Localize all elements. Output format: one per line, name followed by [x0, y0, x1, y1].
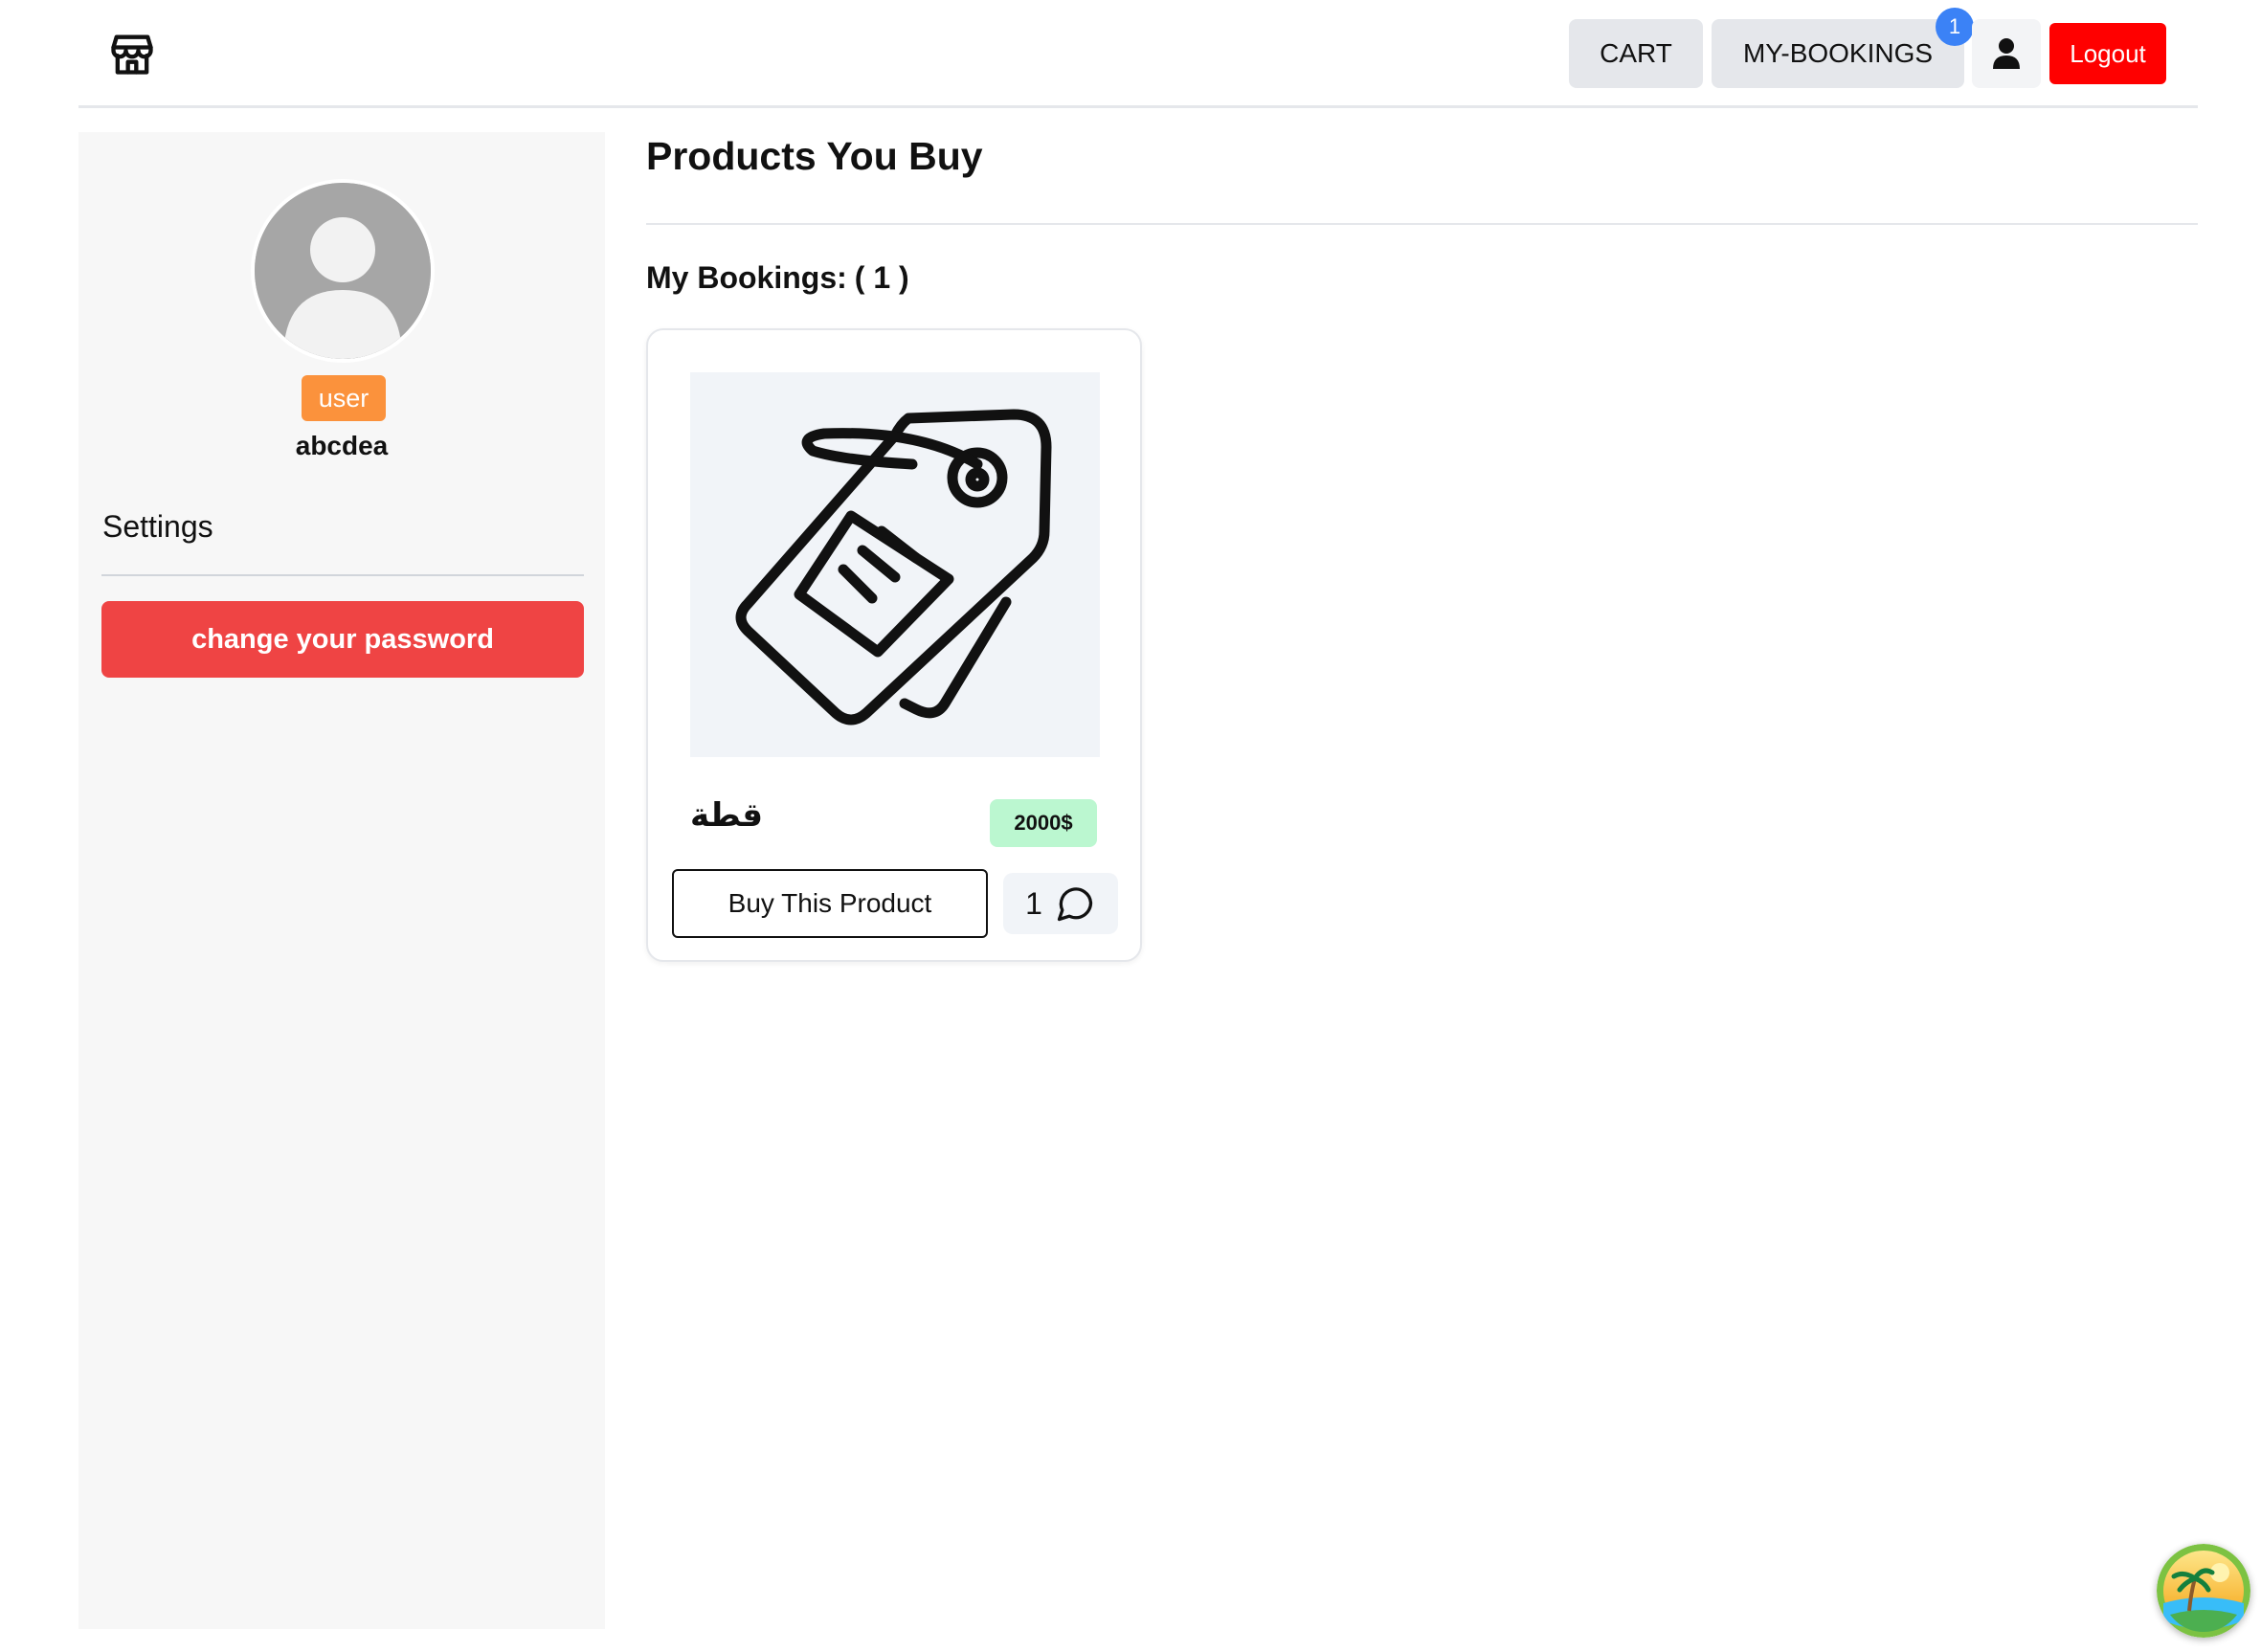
bookings-heading: My Bookings:( 1 ): [646, 260, 909, 296]
comments-button[interactable]: 1: [1003, 873, 1118, 934]
product-card: قطة 2000$ Buy This Product 1: [646, 328, 1142, 962]
store-logo-icon[interactable]: [107, 29, 157, 78]
page-title: Products You Buy: [646, 134, 983, 178]
avatar: [251, 179, 435, 363]
settings-heading: Settings: [102, 509, 213, 544]
bookings-label: My Bookings:: [646, 260, 847, 295]
role-badge: user: [302, 375, 386, 421]
bookings-count-badge: 1: [1936, 8, 1974, 46]
username: abcdea: [295, 431, 389, 460]
comment-count: 1: [1025, 885, 1042, 921]
price-tag-icon: [735, 409, 1052, 726]
bookings-count: ( 1 ): [854, 260, 909, 295]
price-badge: 2000$: [990, 799, 1097, 847]
beach-widget-icon[interactable]: [2157, 1544, 2250, 1638]
change-password-button[interactable]: change your password: [101, 601, 584, 678]
comment-icon: [1057, 887, 1093, 922]
product-image[interactable]: [690, 372, 1100, 757]
my-bookings-button[interactable]: MY-BOOKINGS: [1712, 19, 1964, 88]
profile-button[interactable]: [1972, 19, 2041, 88]
top-navbar: CART MY-BOOKINGS 1 Logout: [78, 0, 2198, 108]
buy-product-button[interactable]: Buy This Product: [672, 869, 988, 938]
logout-button[interactable]: Logout: [2049, 23, 2166, 84]
cart-button[interactable]: CART: [1569, 19, 1703, 88]
product-name: قطة: [690, 796, 764, 835]
divider: [646, 223, 2198, 225]
user-icon: [1993, 38, 2020, 69]
divider: [101, 574, 584, 576]
profile-sidebar: user abcdea Settings change your passwor…: [78, 132, 605, 1629]
